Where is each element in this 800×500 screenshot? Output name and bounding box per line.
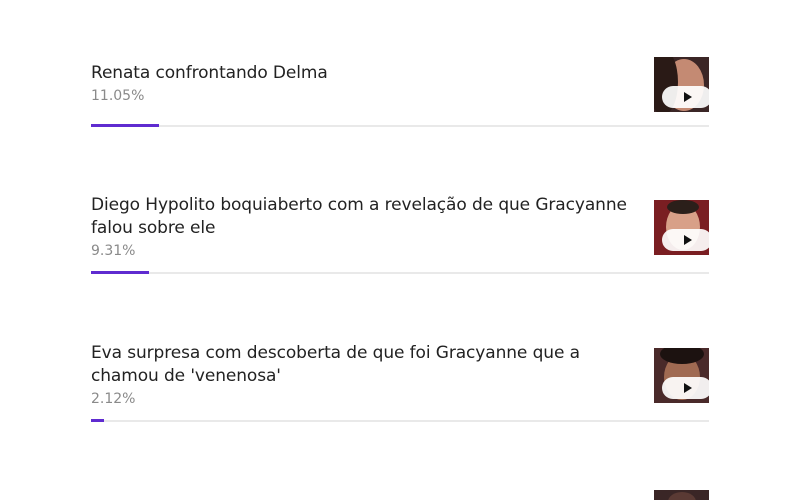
thumbnail-hair: [660, 348, 704, 364]
play-icon[interactable]: [662, 229, 709, 251]
video-thumbnail[interactable]: [654, 200, 709, 255]
ranking-item-4[interactable]: [91, 490, 709, 500]
ranking-page: Renata confrontando Delma 11.05% Diego H…: [0, 0, 800, 500]
ranking-item-title[interactable]: Eva surpresa com descoberta de que foi G…: [91, 342, 636, 388]
video-thumbnail[interactable]: [654, 490, 709, 500]
video-thumbnail[interactable]: [654, 57, 709, 112]
ranking-item-title[interactable]: Diego Hypolito boquiaberto com a revelaç…: [91, 194, 636, 240]
vote-bar-fill: [91, 124, 159, 127]
vote-bar-track: [91, 271, 709, 274]
vote-bar-track: [91, 419, 709, 422]
ranking-item-1[interactable]: Renata confrontando Delma 11.05%: [91, 57, 709, 128]
play-icon[interactable]: [662, 377, 709, 399]
ranking-item-percent: 11.05%: [91, 88, 145, 104]
ranking-item-title[interactable]: Renata confrontando Delma: [91, 62, 636, 85]
ranking-item-3[interactable]: Eva surpresa com descoberta de que foi G…: [91, 342, 709, 422]
ranking-item-percent: 9.31%: [91, 243, 136, 259]
ranking-item-text: Eva surpresa com descoberta de que foi G…: [91, 342, 636, 409]
play-icon[interactable]: [662, 86, 709, 108]
ranking-item-percent: 2.12%: [91, 391, 136, 407]
vote-bar-track: [91, 124, 709, 127]
vote-bar-fill: [91, 271, 149, 274]
video-thumbnail[interactable]: [654, 348, 709, 403]
ranking-item-2[interactable]: Diego Hypolito boquiaberto com a revelaç…: [91, 194, 709, 274]
thumbnail-image: [668, 492, 696, 500]
vote-bar-fill: [91, 419, 104, 422]
ranking-item-text: Diego Hypolito boquiaberto com a revelaç…: [91, 194, 636, 261]
thumbnail-hair: [667, 200, 699, 214]
ranking-item-text: Renata confrontando Delma 11.05%: [91, 62, 636, 106]
